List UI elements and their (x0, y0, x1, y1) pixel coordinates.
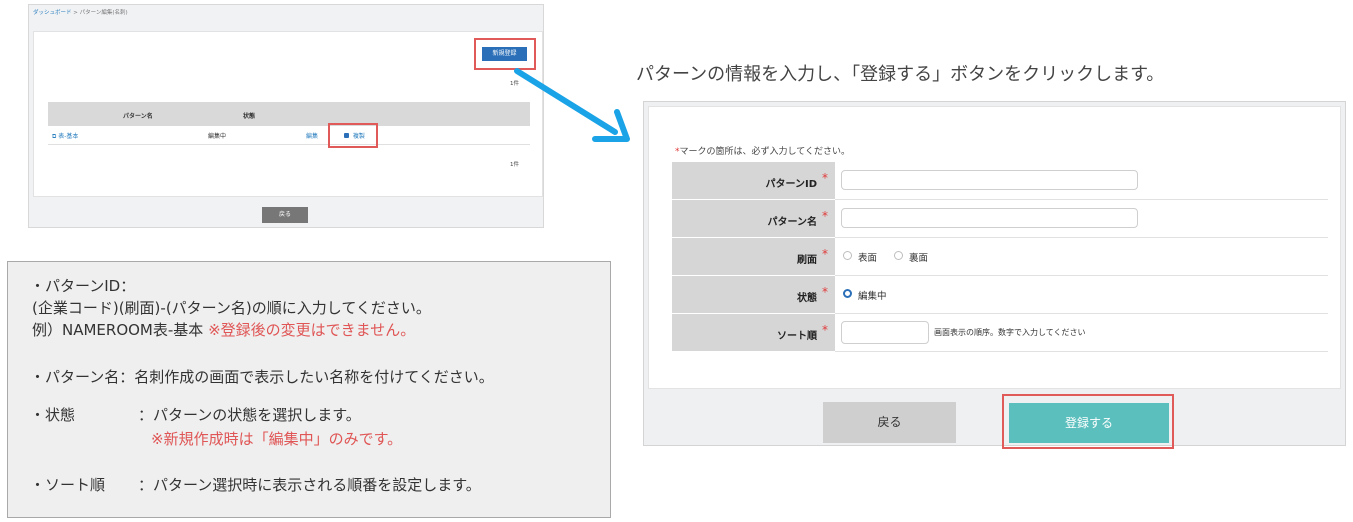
register-button-highlight (1002, 394, 1174, 449)
sort-label: ソート順 (777, 331, 817, 342)
table-row: ⧉ 表-基本 編集中 編集 複製 (48, 126, 530, 145)
field-row-sort: ソート順 * 画面表示の順序。数字で入力してください (672, 314, 1328, 352)
pattern-status: 編集中 (208, 133, 227, 140)
info-status-label: ・状態 (30, 406, 76, 424)
copy-button-highlight (328, 123, 378, 148)
status-label: 状態 (797, 293, 817, 304)
required-asterisk: * (822, 209, 828, 223)
side-back-radio[interactable] (894, 251, 903, 260)
pattern-name-input[interactable] (841, 208, 1138, 228)
required-asterisk: * (822, 285, 828, 299)
list-card: 新規登録 1件 パターン名 状態 ⧉ 表-基本 編集中 編集 複製 1件 (33, 31, 543, 197)
info-pattern-id-format: (企業コード)(刷面)-(パターン名)の順に入力してください。 (32, 299, 431, 317)
external-link-icon: ⧉ (52, 133, 57, 140)
field-row-pattern-name: パターン名 * (672, 200, 1328, 238)
info-pattern-id-example: 例）NAMEROOM表-基本 ※登録後の変更はできません。 (32, 321, 416, 339)
breadcrumb: ダッシュボード > パターン編集(名刺) (33, 8, 128, 16)
side-front-label: 表面 (858, 253, 878, 264)
field-description-box: ・パターンID： (企業コード)(刷面)-(パターン名)の順に入力してください。… (7, 261, 611, 518)
status-editing-radio[interactable] (843, 289, 852, 298)
info-pattern-name: ・パターン名：名刺作成の画面で表示したい名称を付けてください。 (30, 368, 494, 386)
form-card: *マークの箇所は、必ず入力してください。 パターンID * パターン名 * 刷面 (648, 106, 1341, 389)
required-asterisk: * (822, 247, 828, 261)
result-count-bottom: 1件 (510, 162, 519, 168)
pattern-name-link[interactable]: ⧉ 表-基本 (52, 131, 78, 141)
info-sort-text: ：パターン選択時に表示される順番を設定します。 (138, 476, 481, 494)
breadcrumb-current: パターン編集(名刺) (79, 10, 128, 16)
info-pattern-id-warning: ※登録後の変更はできません。 (208, 321, 416, 339)
side-label: 刷面 (797, 255, 817, 266)
field-row-pattern-id: パターンID * (672, 162, 1328, 200)
field-row-status: 状態 * 編集中 (672, 276, 1328, 314)
required-asterisk: * (822, 323, 828, 337)
column-header-status: 状態 (243, 113, 256, 120)
side-back-label: 裏面 (909, 253, 929, 264)
pattern-id-label: パターンID (765, 179, 817, 190)
info-status-warning: ※新規作成時は「編集中」のみです。 (151, 430, 403, 448)
info-sort-label: ・ソート順 (30, 476, 106, 494)
arrow-icon (514, 68, 630, 142)
back-button[interactable]: 戻る (262, 207, 308, 223)
column-header-pattern-name: パターン名 (123, 113, 153, 120)
sort-hint: 画面表示の順序。数字で入力してください (934, 328, 1086, 337)
required-note: *マークの箇所は、必ず入力してください。 (675, 147, 850, 157)
info-pattern-id-label: ・パターンID： (30, 277, 136, 295)
pattern-register-form-screenshot: *マークの箇所は、必ず入力してください。 パターンID * パターン名 * 刷面 (643, 101, 1346, 446)
info-status-text: ：パターンの状態を選択します。 (138, 406, 361, 424)
pattern-list-screenshot: ダッシュボード > パターン編集(名刺) 新規登録 1件 パターン名 状態 ⧉ … (28, 4, 544, 228)
breadcrumb-dashboard-link[interactable]: ダッシュボード (33, 10, 72, 16)
instruction-text: パターンの情報を入力し、「登録する」ボタンをクリックします。 (636, 64, 1165, 85)
field-row-side: 刷面 * 表面 裏面 (672, 238, 1328, 276)
back-button[interactable]: 戻る (823, 402, 956, 443)
status-editing-label: 編集中 (858, 291, 887, 302)
table-header: パターン名 状態 (48, 102, 530, 126)
sort-order-input[interactable] (841, 321, 929, 344)
pattern-id-input[interactable] (841, 170, 1138, 190)
pattern-name-label: パターン名 (767, 217, 818, 228)
breadcrumb-separator: > (73, 10, 78, 16)
required-asterisk: * (822, 171, 828, 185)
side-front-radio[interactable] (843, 251, 852, 260)
edit-link[interactable]: 編集 (306, 131, 318, 140)
